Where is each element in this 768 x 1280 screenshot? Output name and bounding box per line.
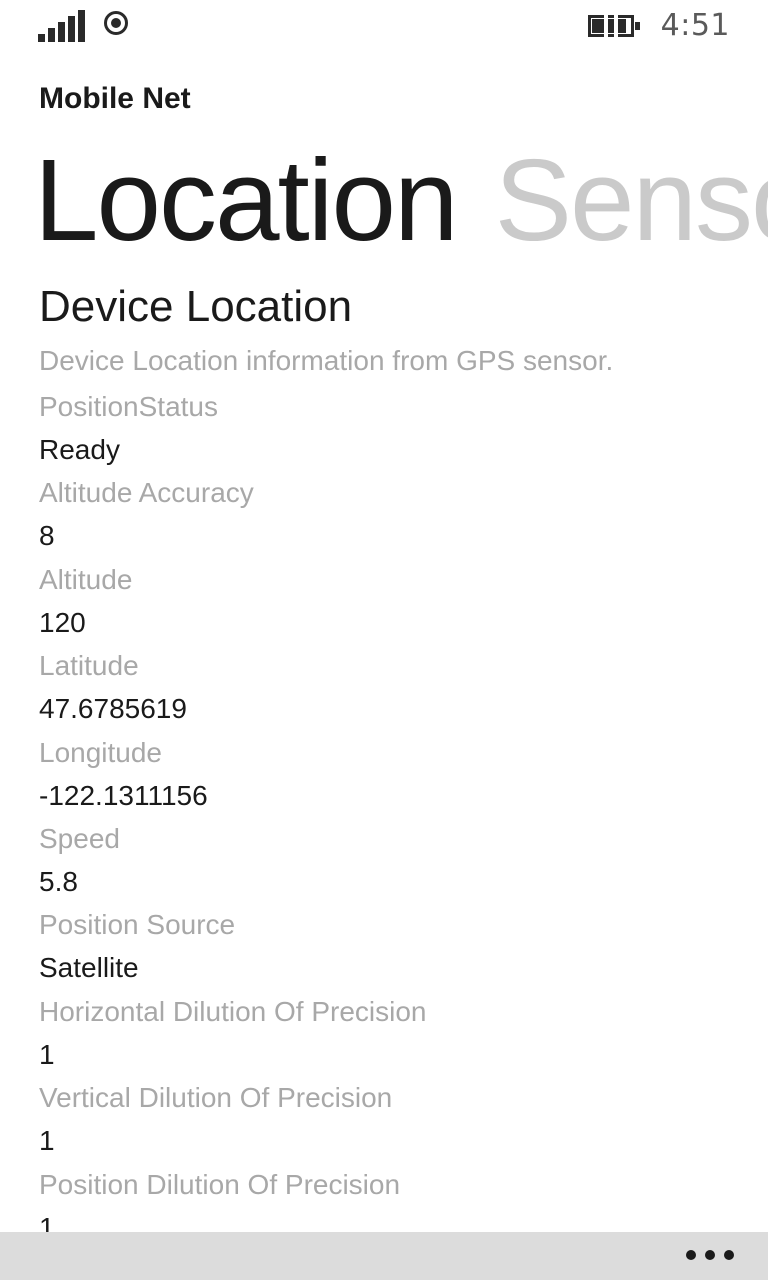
field-label: Latitude — [39, 650, 139, 682]
field-speed: Speed 5.8 — [39, 821, 739, 907]
signal-strength-icon — [38, 10, 86, 42]
pivot-item-location[interactable]: Location — [34, 135, 459, 265]
field-altitude: Altitude 120 — [39, 562, 739, 648]
field-label: Position Dilution Of Precision — [39, 1168, 401, 1200]
field-label: Position Source — [39, 909, 236, 941]
field-position-status: PositionStatus Ready — [39, 389, 739, 475]
clock: 4:51 — [660, 8, 730, 43]
field-label: Speed — [39, 822, 120, 854]
field-value: 1 — [39, 1038, 55, 1070]
field-value: Ready — [39, 434, 120, 465]
field-value: 8 — [39, 520, 55, 552]
field-label: Altitude Accuracy — [39, 477, 254, 509]
field-value: -122.1311156 — [39, 779, 208, 811]
app-bar — [0, 1232, 768, 1280]
pivot-item-sensors[interactable]: Senso — [495, 135, 768, 265]
more-icon[interactable] — [686, 1250, 734, 1262]
field-value: 1 — [39, 1125, 55, 1157]
status-bar: 4:51 — [0, 0, 768, 56]
field-vertical-dop: Vertical Dilution Of Precision 1 — [39, 1080, 739, 1166]
field-horizontal-dop: Horizontal Dilution Of Precision 1 — [39, 994, 739, 1080]
field-altitude-accuracy: Altitude Accuracy 8 — [39, 475, 739, 561]
field-label: Longitude — [39, 736, 163, 768]
field-label: PositionStatus — [39, 391, 218, 422]
field-value: 120 — [39, 606, 86, 638]
section-description: Device Location information from GPS sen… — [39, 345, 614, 376]
field-longitude: Longitude -122.1311156 — [39, 735, 739, 821]
field-label: Vertical Dilution Of Precision — [39, 1082, 393, 1114]
field-label: Horizontal Dilution Of Precision — [39, 995, 427, 1027]
app-title: Mobile Net — [39, 82, 191, 115]
section-title: Device Location — [39, 282, 353, 331]
pivot-header: Location Senso — [34, 130, 768, 270]
location-fields: PositionStatus Ready Altitude Accuracy 8… — [39, 389, 739, 1253]
field-position-source: Position Source Satellite — [39, 907, 739, 993]
field-value: Satellite — [39, 952, 139, 984]
location-icon — [104, 11, 128, 35]
field-value: 5.8 — [39, 865, 78, 897]
battery-charging-icon — [588, 12, 642, 42]
field-latitude: Latitude 47.6785619 — [39, 648, 739, 734]
field-value: 47.6785619 — [39, 693, 187, 725]
field-label: Altitude — [39, 563, 133, 595]
